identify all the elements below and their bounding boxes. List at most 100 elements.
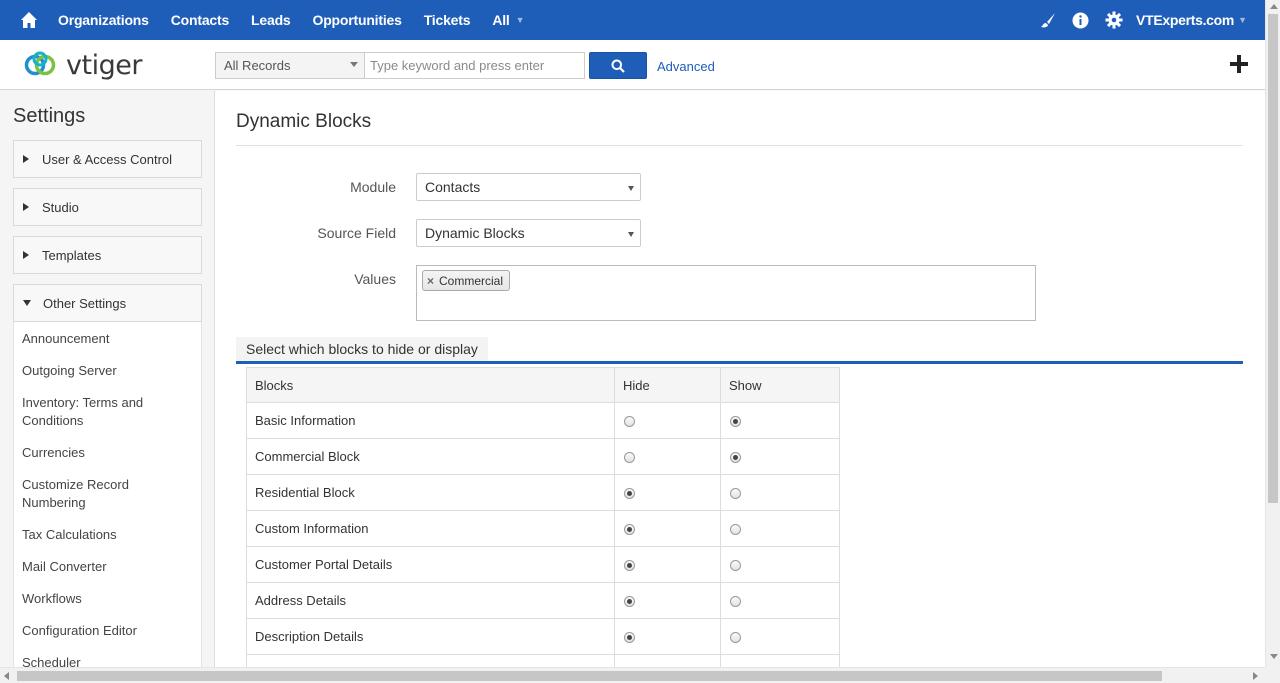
horizontal-scrollbar[interactable] (0, 667, 1265, 683)
sidebar-item-configuration-editor[interactable]: Configuration Editor (14, 622, 184, 640)
value-tag-label: Commercial (439, 273, 504, 288)
hide-cell (614, 438, 721, 475)
chevron-down-icon[interactable]: ▼ (1238, 15, 1247, 25)
sidebar-section-label: Templates (42, 247, 102, 263)
table-row: Commercial Block (246, 438, 840, 475)
sidebar-title: Settings (13, 105, 86, 127)
hide-radio[interactable] (624, 488, 635, 499)
gear-icon[interactable] (1097, 11, 1130, 29)
hide-cell (614, 582, 721, 619)
sidebar-item-inventory-terms[interactable]: Inventory: Terms and Conditions (14, 394, 154, 430)
blocks-table: Blocks Hide Show Basic Information Commer… (246, 367, 840, 667)
show-radio[interactable] (730, 632, 741, 643)
values-label: Values (354, 271, 396, 287)
hide-cell (614, 402, 721, 439)
sidebar-section-studio[interactable]: Studio (13, 188, 202, 226)
sidebar-section-label: User & Access Control (42, 151, 173, 167)
values-multiselect[interactable]: × Commercial (416, 265, 1036, 321)
module-select-value: Contacts (425, 179, 481, 195)
table-row: Customer Portal Details (246, 546, 840, 583)
other-settings-list: Announcement Outgoing Server Inventory: … (13, 322, 202, 667)
divider (236, 145, 1243, 146)
sidebar-section-other-settings[interactable]: Other Settings (13, 284, 202, 322)
column-header-blocks: Blocks (246, 367, 615, 403)
table-row (246, 654, 840, 667)
show-radio[interactable] (730, 452, 741, 463)
nav-all[interactable]: All (492, 12, 510, 28)
hide-radio[interactable] (624, 452, 635, 463)
block-name: Residential Block (246, 474, 615, 511)
horizontal-scroll-thumb[interactable] (17, 671, 1162, 681)
block-name: Description Details (246, 618, 615, 655)
sidebar-item-mail-converter[interactable]: Mail Converter (14, 558, 184, 576)
table-row: Description Details (246, 618, 840, 655)
hide-radio[interactable] (624, 596, 635, 607)
caret-down-icon (23, 300, 31, 306)
top-navbar: Organizations Contacts Leads Opportuniti… (0, 0, 1265, 40)
show-radio[interactable] (730, 416, 741, 427)
sidebar-item-tax-calculations[interactable]: Tax Calculations (14, 526, 184, 544)
hide-radio[interactable] (624, 524, 635, 535)
show-radio[interactable] (730, 596, 741, 607)
caret-right-icon (23, 203, 29, 211)
show-radio[interactable] (730, 524, 741, 535)
table-row: Address Details (246, 582, 840, 619)
section-divider (236, 361, 1243, 364)
hide-cell (614, 618, 721, 655)
chevron-down-icon[interactable]: ▼ (516, 15, 525, 25)
vertical-scroll-thumb[interactable] (1268, 14, 1278, 503)
hide-radio[interactable] (624, 560, 635, 571)
show-radio[interactable] (730, 560, 741, 571)
section-tab: Select which blocks to hide or display (236, 337, 488, 361)
nav-leads[interactable]: Leads (251, 12, 291, 28)
advanced-search-link[interactable]: Advanced (657, 59, 715, 74)
scroll-up-icon[interactable] (1270, 4, 1278, 9)
sidebar-item-currencies[interactable]: Currencies (14, 444, 184, 462)
main-content: Dynamic Blocks Module Contacts Source Fi… (216, 91, 1265, 667)
sidebar-section-templates[interactable]: Templates (13, 236, 202, 274)
record-filter-select[interactable]: All Records (215, 52, 365, 79)
source-field-label: Source Field (317, 225, 396, 241)
remove-tag-icon[interactable]: × (427, 274, 434, 288)
source-field-select[interactable]: Dynamic Blocks (416, 219, 641, 247)
show-cell (720, 546, 840, 583)
nav-organizations[interactable]: Organizations (58, 12, 149, 28)
search-button[interactable] (589, 52, 647, 79)
hide-radio[interactable] (624, 416, 635, 427)
table-row: Basic Information (246, 402, 840, 439)
vertical-scrollbar[interactable] (1265, 0, 1280, 667)
nav-tickets[interactable]: Tickets (424, 12, 471, 28)
brush-icon[interactable] (1031, 12, 1064, 28)
chevron-down-icon (350, 62, 358, 67)
show-cell (720, 510, 840, 547)
home-icon[interactable] (0, 0, 58, 40)
search-icon (611, 59, 625, 73)
scroll-down-icon[interactable] (1270, 654, 1278, 659)
nav-opportunities[interactable]: Opportunities (313, 12, 402, 28)
sidebar-section-user-access-control[interactable]: User & Access Control (13, 140, 202, 178)
module-select[interactable]: Contacts (416, 173, 641, 201)
vtiger-logo[interactable]: vtiger (22, 48, 157, 82)
table-row: Custom Information (246, 510, 840, 547)
nav-contacts[interactable]: Contacts (171, 12, 229, 28)
scroll-left-icon[interactable] (4, 672, 9, 680)
sidebar-item-workflows[interactable]: Workflows (14, 590, 184, 608)
search-input[interactable] (365, 52, 585, 79)
show-radio[interactable] (730, 488, 741, 499)
plus-icon[interactable] (1228, 53, 1250, 75)
sidebar-item-customize-record-numbering[interactable]: Customize Record Numbering (14, 476, 139, 512)
caret-right-icon (23, 251, 29, 259)
hide-cell (614, 546, 721, 583)
chevron-down-icon (628, 232, 634, 237)
sidebar-item-scheduler[interactable]: Scheduler (14, 654, 184, 667)
hide-radio[interactable] (624, 632, 635, 643)
user-menu[interactable]: VTExperts.com (1136, 12, 1234, 28)
show-cell (720, 582, 840, 619)
scroll-right-icon[interactable] (1253, 672, 1258, 680)
info-icon[interactable] (1064, 12, 1097, 29)
sidebar-item-announcement[interactable]: Announcement (14, 330, 184, 348)
module-label: Module (350, 179, 396, 195)
sidebar-item-outgoing-server[interactable]: Outgoing Server (14, 362, 184, 380)
logo-text: vtiger (66, 49, 142, 81)
hide-cell (614, 510, 721, 547)
